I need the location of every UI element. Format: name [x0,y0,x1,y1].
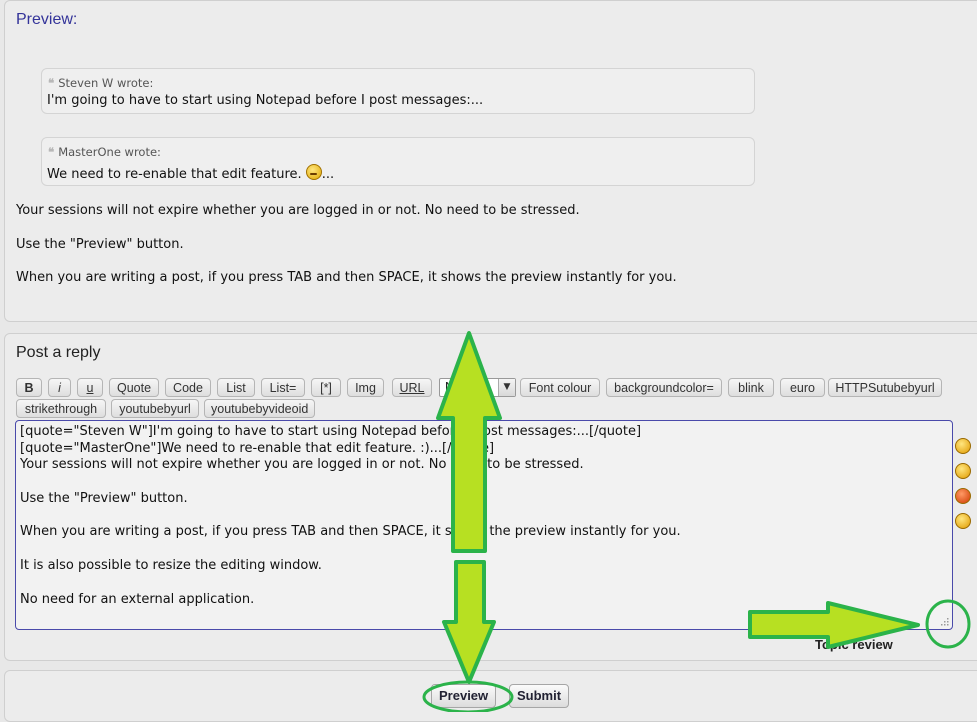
font-colour-button[interactable]: Font colour [520,378,600,397]
youtube-by-url-button[interactable]: youtubebyurl [111,399,199,418]
quote-author: MasterOne wrote: [58,145,161,159]
background-color-button[interactable]: backgroundcolor= [606,378,722,397]
font-size-select[interactable]: N ▼ [439,378,516,397]
quote-block-1: ❝ Steven W wrote: I'm going to have to st… [41,68,755,114]
textarea-line: No need for an external application. [20,592,255,607]
youtube-by-videoid-button[interactable]: youtubebyvideoid [204,399,315,418]
post-reply-panel: Post a reply B i u Quote Code List List=… [4,333,977,661]
topic-review-link[interactable]: Topic review [815,637,893,652]
list-item-button[interactable]: [*] [311,378,341,397]
underline-button[interactable]: u [77,378,103,397]
textarea-line: Your sessions will not expire whether yo… [20,457,584,472]
preview-heading: Preview: [16,11,78,28]
italic-button[interactable]: i [48,378,71,397]
quote-text: I'm going to have to start using Notepad… [47,93,484,108]
textarea-line: When you are writing a post, if you pres… [20,524,681,539]
quote-author: Steven W wrote: [58,76,154,90]
quote-block-2: ❝ MasterOne wrote: We need to re-enable t… [41,137,755,186]
url-button[interactable]: URL [392,378,432,397]
strikethrough-button[interactable]: strikethrough [16,399,106,418]
quote-icon: ❝ [48,145,55,159]
reply-heading: Post a reply [16,344,101,361]
preview-panel: Preview: ❝ Steven W wrote: I'm going to h… [4,0,977,322]
list-button[interactable]: List [217,378,255,397]
quote-text: We need to re-enable that edit feature. … [47,164,334,182]
preview-paragraph: Use the "Preview" button. [16,237,184,252]
chevron-down-icon[interactable]: ▼ [498,379,515,396]
https-youtube-url-button[interactable]: HTTPSutubebyurl [828,378,942,397]
blink-button[interactable]: blink [728,378,774,397]
smiley-icon [305,164,322,180]
euro-button[interactable]: euro [780,378,825,397]
preview-paragraph: When you are writing a post, if you pres… [16,270,677,285]
submit-button[interactable]: Submit [509,684,570,708]
form-buttons-panel: Preview Submit [4,670,977,722]
message-textarea[interactable]: [quote="Steven W"]I'm going to have to s… [15,420,953,630]
textarea-line: It is also possible to resize the editin… [20,558,322,573]
smiley-icon[interactable] [955,438,971,454]
code-button[interactable]: Code [165,378,211,397]
list-ordered-button[interactable]: List= [261,378,305,397]
preview-paragraph: Your sessions will not expire whether yo… [16,203,580,218]
smiley-icon[interactable] [955,463,971,479]
textarea-line: Use the "Preview" button. [20,491,188,506]
quote-icon: ❝ [48,76,55,90]
textarea-line: [quote="Steven W"]I'm going to have to s… [20,424,642,439]
quote-button[interactable]: Quote [109,378,159,397]
font-size-value: N [445,380,455,394]
resize-grip-icon[interactable] [939,616,949,626]
smiley-icon[interactable] [955,513,971,529]
img-button[interactable]: Img [347,378,384,397]
bold-button[interactable]: B [16,378,42,397]
textarea-line: [quote="MasterOne"]We need to re-enable … [20,441,495,456]
smiley-icon[interactable] [955,488,971,504]
preview-button[interactable]: Preview [431,684,497,708]
